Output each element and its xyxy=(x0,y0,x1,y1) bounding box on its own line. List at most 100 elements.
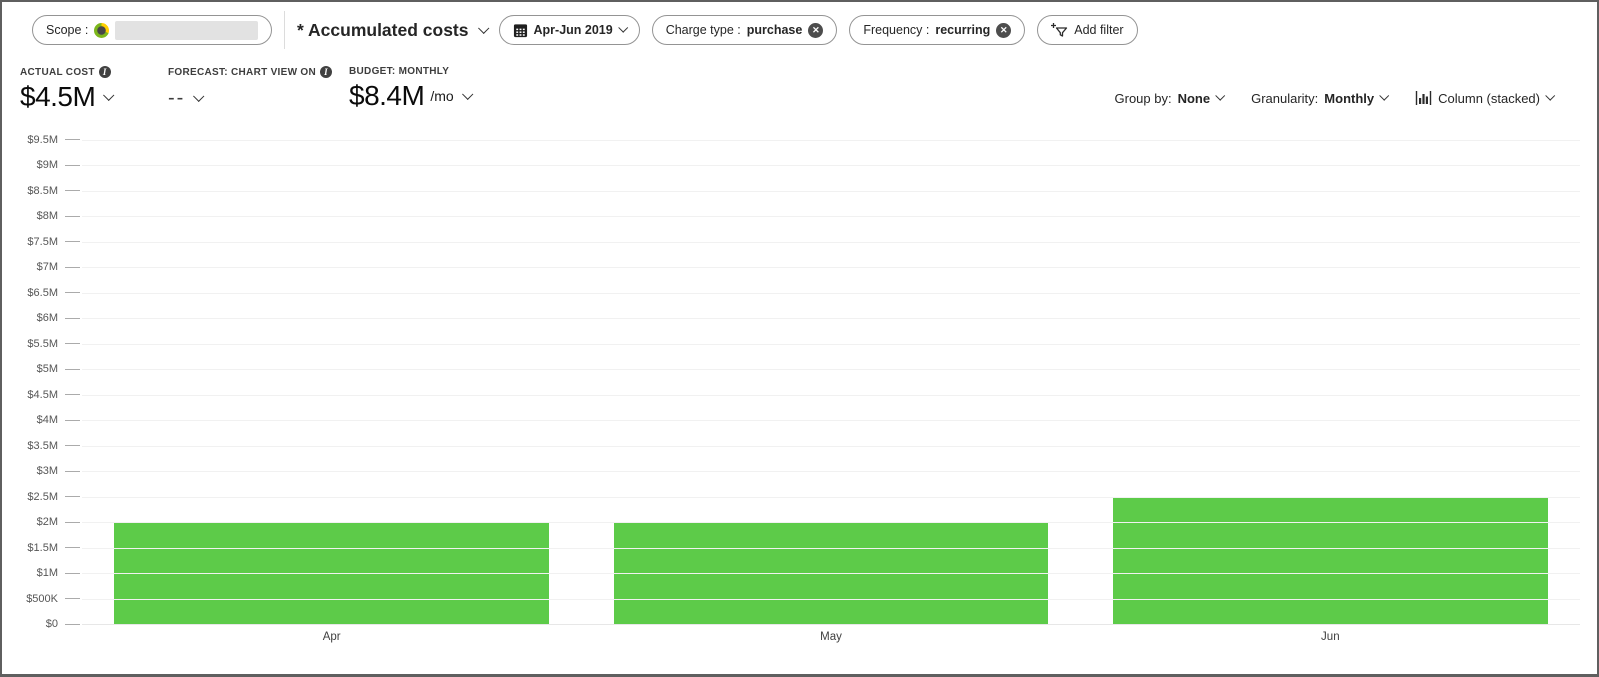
y-tick-label: $2M xyxy=(36,516,58,529)
y-tick-mark xyxy=(65,266,80,268)
gridline xyxy=(82,522,1580,524)
y-tick-label: $0 xyxy=(45,618,58,630)
y-tick-label: $6.5M xyxy=(27,286,58,299)
y-tick: $4.5M xyxy=(2,389,80,401)
chart-controls: Group by: None Granularity: Monthly Colu… xyxy=(1114,90,1556,106)
chevron-down-icon xyxy=(1545,90,1556,101)
gridline xyxy=(82,190,1580,192)
y-tick: $3.5M xyxy=(2,440,80,452)
gridline xyxy=(82,547,1580,549)
y-tick-label: $4.5M xyxy=(27,388,58,401)
y-tick-label: $8.5M xyxy=(27,184,58,197)
gridline xyxy=(82,292,1580,294)
add-filter-button[interactable]: Add filter xyxy=(1037,15,1138,45)
y-tick: $7.5M xyxy=(2,236,80,248)
granularity-value: Monthly xyxy=(1324,90,1375,106)
date-range-pill[interactable]: Apr-Jun 2019 xyxy=(498,15,640,45)
actual-cost-dropdown[interactable]: $4.5M xyxy=(20,81,115,113)
y-tick-mark xyxy=(65,190,80,192)
y-tick: $2M xyxy=(2,516,80,528)
gridline xyxy=(82,241,1580,243)
y-tick-label: $5M xyxy=(36,363,58,376)
y-tick-mark xyxy=(65,445,80,447)
group-by-value: None xyxy=(1177,90,1211,106)
y-tick-label: $9.5M xyxy=(27,133,58,146)
gridline xyxy=(82,216,1580,218)
kpi-forecast: FORECAST: CHART VIEW ON i -- xyxy=(168,66,333,115)
remove-filter-icon[interactable]: ✕ xyxy=(996,22,1012,38)
chevron-down-icon xyxy=(477,22,489,34)
y-tick-mark xyxy=(65,164,80,166)
x-axis: Apr May Jun xyxy=(82,631,1580,643)
info-icon[interactable]: i xyxy=(98,66,111,78)
y-tick: $7M xyxy=(2,261,80,273)
y-tick: $1M xyxy=(2,567,80,579)
y-tick-mark xyxy=(65,292,80,294)
y-tick-label: $500K xyxy=(26,592,58,605)
y-tick: $8.5M xyxy=(2,185,80,197)
y-tick-label: $9M xyxy=(36,159,58,172)
y-tick-mark xyxy=(65,521,80,523)
gridline xyxy=(82,496,1580,498)
y-tick-mark xyxy=(65,470,80,472)
info-icon[interactable]: i xyxy=(320,66,333,78)
scope-pill[interactable]: Scope : xyxy=(32,15,272,45)
add-filter-icon xyxy=(1051,22,1068,37)
y-tick: $0 xyxy=(2,618,80,630)
chart-type-value: Column (stacked) xyxy=(1438,90,1540,106)
y-tick-mark xyxy=(65,139,80,141)
kpi-actual-cost: ACTUAL COST i $4.5M xyxy=(20,66,115,113)
toolbar: Scope : * Accumulated costs Apr-Jun 2019… xyxy=(32,11,1577,49)
bar-jun[interactable] xyxy=(1113,496,1548,624)
gridline xyxy=(82,318,1580,320)
y-tick-mark xyxy=(65,241,80,243)
y-tick-mark xyxy=(65,394,80,396)
y-tick: $9.5M xyxy=(2,134,80,146)
y-tick-mark xyxy=(65,496,80,498)
view-title-dropdown[interactable]: * Accumulated costs xyxy=(297,20,489,41)
gridline xyxy=(82,598,1580,600)
budget-value: $8.4M xyxy=(349,80,425,111)
y-tick-label: $1.5M xyxy=(27,541,58,554)
gridline xyxy=(82,139,1580,141)
gridline xyxy=(82,624,1580,625)
group-by-select[interactable]: Group by: None xyxy=(1114,90,1226,106)
gridline xyxy=(82,369,1580,371)
subscription-icon xyxy=(94,22,110,38)
gridline xyxy=(82,420,1580,422)
y-tick-label: $2.5M xyxy=(27,490,58,503)
chevron-down-icon xyxy=(193,90,205,102)
y-tick-label: $3M xyxy=(36,465,58,478)
x-axis-label: Apr xyxy=(322,631,341,643)
chart-type-select[interactable]: Column (stacked) xyxy=(1415,90,1556,106)
y-axis: $0 $500K $1M $1.5M $2M $2.5M $3M $3.5M $4M $4.5M $… xyxy=(2,127,80,630)
x-axis-label: May xyxy=(820,631,842,643)
gridline xyxy=(82,445,1580,447)
y-tick: $1.5M xyxy=(2,542,80,554)
budget-dropdown[interactable]: $8.4M /mo xyxy=(349,80,474,112)
granularity-select[interactable]: Granularity: Monthly xyxy=(1251,90,1390,106)
gridline xyxy=(82,267,1580,269)
y-tick-label: $4M xyxy=(36,414,58,427)
y-tick: $500K xyxy=(2,593,80,605)
y-tick-mark xyxy=(65,572,80,574)
bar-slot xyxy=(82,127,581,624)
y-tick-mark xyxy=(65,547,80,549)
y-tick: $2.5M xyxy=(2,491,80,503)
gridline xyxy=(82,573,1580,575)
column-chart-icon xyxy=(1415,91,1432,105)
filter-value: recurring xyxy=(935,23,991,37)
forecast-dropdown[interactable]: -- xyxy=(168,81,332,115)
chevron-down-icon xyxy=(1215,90,1226,101)
scope-label: Scope : xyxy=(46,23,89,37)
y-tick: $6M xyxy=(2,312,80,324)
filter-pill-frequency[interactable]: Frequency : recurring ✕ xyxy=(849,15,1026,45)
remove-filter-icon[interactable]: ✕ xyxy=(808,22,824,38)
group-by-label: Group by: xyxy=(1114,90,1172,106)
toolbar-separator xyxy=(284,11,285,49)
forecast-value: -- xyxy=(168,87,186,109)
y-tick: $8M xyxy=(2,210,80,222)
kpi-budget: BUDGET: MONTHLY $8.4M /mo xyxy=(349,66,474,112)
y-tick-mark xyxy=(65,215,80,217)
filter-pill-charge-type[interactable]: Charge type : purchase ✕ xyxy=(651,15,838,45)
